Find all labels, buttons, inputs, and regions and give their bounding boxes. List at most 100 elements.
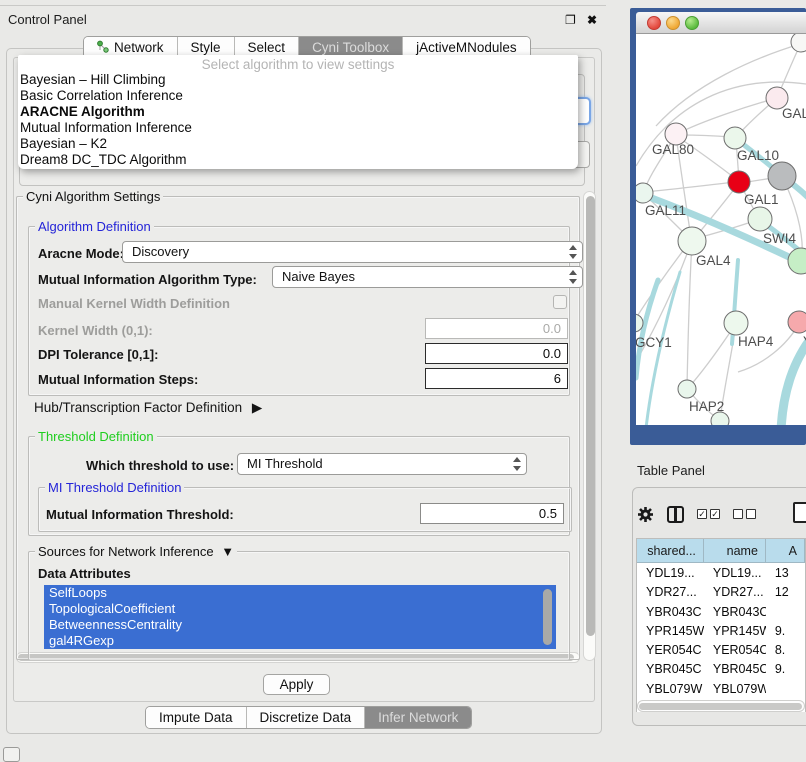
network-node-y[interactable] [788,311,806,333]
manual-kernel-width-checkbox[interactable] [553,295,567,309]
minimized-panel-icon[interactable] [3,747,20,762]
node-table: shared...nameA YDL19...YDL19...13YDR27..… [636,538,806,712]
close-window-icon[interactable]: ✖ [587,13,597,27]
algorithm-option-aracne-algorithm[interactable]: ARACNE Algorithm [18,104,578,120]
threshold-definition-title: Threshold Definition [35,429,157,444]
table-row[interactable]: YDR27...YDR27...12 [637,582,805,601]
network-node-gal1[interactable] [748,207,772,231]
mi-threshold-field[interactable]: 0.5 [420,503,564,524]
network-edge[interactable] [636,243,689,321]
algorithm-dropdown-popup: Select algorithm to view settings Bayesi… [18,55,578,169]
network-window-titlebar[interactable] [636,12,806,34]
combo-stepper-icon [566,244,579,260]
network-node-swi4[interactable] [788,248,806,274]
network-node-gal10[interactable] [724,127,746,149]
network-node[interactable] [711,412,729,425]
dropdown-items: Bayesian – Hill ClimbingBasic Correlatio… [18,72,578,168]
column-header-name[interactable]: name [704,539,766,562]
attribute-item-selfloops[interactable]: SelfLoops [44,585,556,601]
which-threshold-combo[interactable]: MI Threshold [237,453,527,475]
network-icon [97,40,109,56]
attribute-item-topologicalcoefficient[interactable]: TopologicalCoefficient [44,601,556,617]
network-node[interactable] [728,171,750,193]
column-header-a[interactable]: A [766,539,805,562]
node-label-gal: GAL [782,106,806,121]
zoom-traffic-light-icon[interactable] [685,16,699,30]
table-horizontal-scrollbar[interactable] [637,700,805,712]
select-all-icon[interactable]: ✓✓ [697,509,720,519]
network-node-gal11[interactable] [636,183,653,203]
node-label-gal80: GAL80 [652,142,694,157]
table-panel-title: Table Panel [637,463,705,478]
float-window-icon[interactable]: ❐ [565,13,576,27]
node-label-swi4: SWI4 [763,231,796,246]
data-attributes-label: Data Attributes [38,566,131,581]
collapse-arrow-icon[interactable]: ▼ [221,544,234,559]
bottom-tab-discretize-data[interactable]: Discretize Data [246,707,365,728]
network-node-hap4[interactable] [724,311,748,335]
network-graph[interactable]: GALGAL80GAL10GAL1GAL11GAL4SWI4GCY1HAP4YH… [636,34,806,425]
network-edge[interactable] [687,243,692,387]
screen: Control Panel ❐ ✖ NetworkStyleSelectCyni… [0,0,806,762]
network-view-window: GALGAL80GAL10GAL1GAL11GAL4SWI4GCY1HAP4YH… [630,8,806,445]
table-row[interactable]: YER054CYER054C8. [637,640,805,659]
algorithm-option-bayesian-hill-climbing[interactable]: Bayesian – Hill Climbing [18,72,578,88]
dpi-tolerance-label: DPI Tolerance [0,1]: [38,347,158,362]
data-attributes-list: SelfLoopsTopologicalCoefficientBetweenne… [44,585,556,651]
network-edge[interactable] [680,135,731,137]
mi-algorithm-type-label: Mutual Information Algorithm Type: [38,272,257,287]
settings-vertical-scrollbar[interactable] [583,191,596,661]
table-row[interactable]: YBR045CYBR045C9. [637,659,805,678]
attribute-item-gal4rgexp[interactable]: gal4RGexp [44,633,556,649]
export-table-icon[interactable] [793,502,806,523]
algorithm-definition-title: Algorithm Definition [35,219,154,234]
combo-stepper-icon [566,269,579,285]
kernel-width-field[interactable]: 0.0 [425,318,568,339]
columns-icon[interactable] [667,506,684,523]
hub-definition-label[interactable]: Hub/Transcription Factor Definition ▶ [34,400,262,416]
network-node-gal4[interactable] [678,227,706,255]
dpi-tolerance-field[interactable]: 0.0 [425,343,568,364]
network-edge[interactable] [689,325,735,387]
settings-group-title: Cyni Algorithm Settings [23,189,163,204]
network-canvas[interactable]: GALGAL80GAL10GAL1GAL11GAL4SWI4GCY1HAP4YH… [636,34,806,425]
table-row[interactable]: YDL19...YDL19...13 [637,563,805,582]
network-node[interactable] [768,162,796,190]
deselect-all-icon[interactable] [733,509,756,519]
network-node-hap2[interactable] [678,380,696,398]
manual-kernel-width-label: Manual Kernel Width Definition [38,296,230,311]
sources-group-title: Sources for Network Inference ▼ [35,544,237,559]
mi-algorithm-type-combo[interactable]: Naive Bayes [272,266,583,288]
algorithm-option-basic-correlation-inference[interactable]: Basic Correlation Inference [18,88,578,104]
apply-button[interactable]: Apply [263,674,330,695]
table-header-row: shared...nameA [637,539,805,563]
table-row[interactable]: YBR043CYBR043C [637,602,805,621]
minimize-traffic-light-icon[interactable] [666,16,680,30]
column-header-shared[interactable]: shared... [637,539,704,562]
aracne-mode-combo[interactable]: Discovery [122,241,583,263]
algorithm-option-bayesian-k2[interactable]: Bayesian – K2 [18,136,578,152]
close-traffic-light-icon[interactable] [647,16,661,30]
combo-stepper-icon [510,456,523,472]
control-panel-titlebar: Control Panel ❐ ✖ [0,5,606,31]
expand-arrow-icon[interactable]: ▶ [252,400,262,415]
network-edge[interactable] [645,182,736,192]
gear-icon[interactable] [637,506,654,523]
mi-steps-field[interactable]: 6 [425,368,568,389]
network-node[interactable] [791,34,806,52]
table-row[interactable]: YBL079WYBL079W [637,679,805,698]
kernel-width-label: Kernel Width (0,1): [38,323,153,338]
bottom-tab-impute-data[interactable]: Impute Data [146,707,246,728]
node-label-gal10: GAL10 [737,148,779,163]
bottom-tab-infer-network[interactable]: Infer Network [364,707,471,728]
attributes-scrollbar-thumb[interactable] [543,589,552,645]
algorithm-option-mutual-information-inference[interactable]: Mutual Information Inference [18,120,578,136]
which-threshold-label: Which threshold to use: [86,458,234,473]
mi-threshold-definition-title: MI Threshold Definition [45,480,184,495]
table-toolbar: ✓✓ [637,500,756,528]
algorithm-option-dream8-dc-tdc-algorithm[interactable]: Dream8 DC_TDC Algorithm [18,152,578,168]
bottom-tab-bar: Impute DataDiscretize DataInfer Network [145,706,472,729]
attribute-item-betweennesscentrality[interactable]: BetweennessCentrality [44,617,556,633]
control-panel-title: Control Panel [8,12,87,27]
table-row[interactable]: YPR145WYPR145W9. [637,621,805,640]
